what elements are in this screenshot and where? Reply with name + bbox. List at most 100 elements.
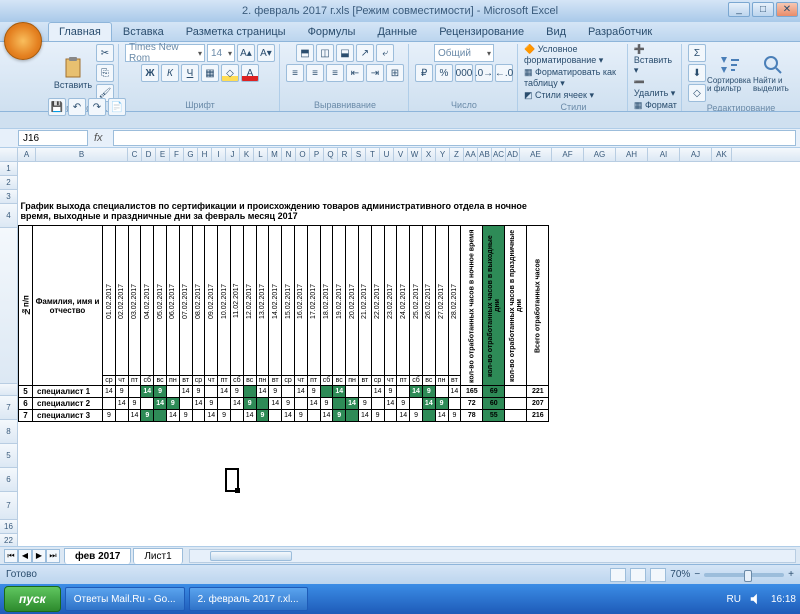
row-header[interactable]: 1 <box>0 162 18 176</box>
maximize-button[interactable]: □ <box>752 2 774 17</box>
sheet-nav-first[interactable]: ⏮ <box>4 549 18 563</box>
row-header[interactable]: 6 <box>0 468 18 492</box>
qat-undo-button[interactable]: ↶ <box>68 98 86 116</box>
tab-Разработчик[interactable]: Разработчик <box>577 22 663 41</box>
percent-button[interactable]: % <box>435 64 453 82</box>
worksheet-area[interactable]: ABCDEFGHIJKLMNOPQRSTUVWXYZAAABACADAEAFAG… <box>0 148 800 546</box>
row-header[interactable] <box>0 228 18 384</box>
delete-cells-button[interactable]: ➖ Удалить ▾ <box>634 77 677 99</box>
col-header-AA[interactable]: AA <box>464 148 478 161</box>
sheet-nav-prev[interactable]: ◀ <box>18 549 32 563</box>
row-header[interactable]: 4 <box>0 204 18 228</box>
col-header-AH[interactable]: AH <box>616 148 648 161</box>
cell-styles-button[interactable]: ◩ Стили ячеек ▾ <box>524 90 594 101</box>
grow-font-button[interactable]: A▴ <box>237 44 255 62</box>
sort-filter-button[interactable]: Сортировка и фильтр <box>708 47 750 99</box>
minimize-button[interactable]: _ <box>728 2 750 17</box>
tab-Вставка[interactable]: Вставка <box>112 22 175 41</box>
align-left-button[interactable]: ≡ <box>286 64 304 82</box>
cut-button[interactable]: ✂ <box>96 44 114 62</box>
align-bottom-button[interactable]: ⬓ <box>336 44 354 62</box>
wrap-text-button[interactable]: ⤶ <box>376 44 394 62</box>
tab-Главная[interactable]: Главная <box>48 22 112 41</box>
col-header-AE[interactable]: AE <box>520 148 552 161</box>
col-header-H[interactable]: H <box>198 148 212 161</box>
col-header-C[interactable]: C <box>128 148 142 161</box>
qat-redo-button[interactable]: ↷ <box>88 98 106 116</box>
number-format-combo[interactable]: Общий <box>434 44 494 62</box>
zoom-slider[interactable] <box>704 573 784 577</box>
align-center-button[interactable]: ≡ <box>306 64 324 82</box>
tab-Данные[interactable]: Данные <box>366 22 428 41</box>
col-header-U[interactable]: U <box>380 148 394 161</box>
row-header[interactable]: 16 <box>0 520 18 534</box>
sheet-nav-next[interactable]: ▶ <box>32 549 46 563</box>
col-header-X[interactable]: X <box>422 148 436 161</box>
row-header[interactable]: 7 <box>0 396 18 420</box>
decrease-indent-button[interactable]: ⇤ <box>346 64 364 82</box>
row-header[interactable] <box>0 384 18 396</box>
col-header-T[interactable]: T <box>366 148 380 161</box>
currency-button[interactable]: ₽ <box>415 64 433 82</box>
col-header-Q[interactable]: Q <box>324 148 338 161</box>
tab-Рецензирование[interactable]: Рецензирование <box>428 22 535 41</box>
row-headers[interactable]: 123478567162223 <box>0 162 18 546</box>
row-header[interactable]: 22 <box>0 534 18 546</box>
start-button[interactable]: пуск <box>4 586 61 612</box>
col-header-B[interactable]: B <box>36 148 128 161</box>
underline-button[interactable]: Ч <box>181 64 199 82</box>
col-header-AB[interactable]: AB <box>478 148 492 161</box>
formula-input[interactable] <box>113 130 796 146</box>
row-header[interactable]: 8 <box>0 420 18 444</box>
office-button[interactable] <box>4 22 42 60</box>
copy-button[interactable]: ⎘ <box>96 64 114 82</box>
col-header-AF[interactable]: AF <box>552 148 584 161</box>
col-header-V[interactable]: V <box>394 148 408 161</box>
col-header-L[interactable]: L <box>254 148 268 161</box>
align-middle-button[interactable]: ◫ <box>316 44 334 62</box>
row-header[interactable]: 7 <box>0 492 18 520</box>
col-header-J[interactable]: J <box>226 148 240 161</box>
col-header-E[interactable]: E <box>156 148 170 161</box>
orientation-button[interactable]: ↗ <box>356 44 374 62</box>
qat-save-button[interactable]: 💾 <box>48 98 66 116</box>
col-header-AI[interactable]: AI <box>648 148 680 161</box>
name-box[interactable]: J16 <box>18 130 88 146</box>
col-header-W[interactable]: W <box>408 148 422 161</box>
increase-indent-button[interactable]: ⇥ <box>366 64 384 82</box>
col-header-M[interactable]: M <box>268 148 282 161</box>
format-as-table-button[interactable]: ▦ Форматировать как таблицу ▾ <box>524 67 623 89</box>
col-header-A[interactable]: A <box>18 148 36 161</box>
sheet-nav-last[interactable]: ⏭ <box>46 549 60 563</box>
taskbar-item[interactable]: Ответы Mail.Ru - Go... <box>65 587 185 611</box>
col-header-O[interactable]: O <box>296 148 310 161</box>
col-header-P[interactable]: P <box>310 148 324 161</box>
comma-button[interactable]: 000 <box>455 64 473 82</box>
horizontal-scrollbar[interactable] <box>189 549 796 563</box>
col-header-AD[interactable]: AD <box>506 148 520 161</box>
row-header[interactable]: 3 <box>0 190 18 204</box>
close-button[interactable]: ✕ <box>776 2 798 17</box>
italic-button[interactable]: К <box>161 64 179 82</box>
view-normal-button[interactable] <box>610 568 626 582</box>
col-header-D[interactable]: D <box>142 148 156 161</box>
font-size-combo[interactable]: 14 <box>207 44 235 62</box>
border-button[interactable]: ▦ <box>201 64 219 82</box>
format-cells-button[interactable]: ▦ Формат ▾ <box>634 100 677 112</box>
clear-button[interactable]: ◇ <box>688 84 706 102</box>
bold-button[interactable]: Ж <box>141 64 159 82</box>
zoom-out-button[interactable]: − <box>694 569 700 580</box>
qat-new-button[interactable]: 📄 <box>108 98 126 116</box>
increase-decimal-button[interactable]: .0→ <box>475 64 493 82</box>
row-header[interactable]: 5 <box>0 444 18 468</box>
view-layout-button[interactable] <box>630 568 646 582</box>
fill-button[interactable]: ⬇ <box>688 64 706 82</box>
tray-clock[interactable]: 16:18 <box>771 594 796 605</box>
col-header-F[interactable]: F <box>170 148 184 161</box>
col-header-R[interactable]: R <box>338 148 352 161</box>
column-headers[interactable]: ABCDEFGHIJKLMNOPQRSTUVWXYZAAABACADAEAFAG… <box>0 148 800 162</box>
col-header-K[interactable]: K <box>240 148 254 161</box>
autosum-button[interactable]: Σ <box>688 44 706 62</box>
col-header-AG[interactable]: AG <box>584 148 616 161</box>
col-header-AJ[interactable]: AJ <box>680 148 712 161</box>
